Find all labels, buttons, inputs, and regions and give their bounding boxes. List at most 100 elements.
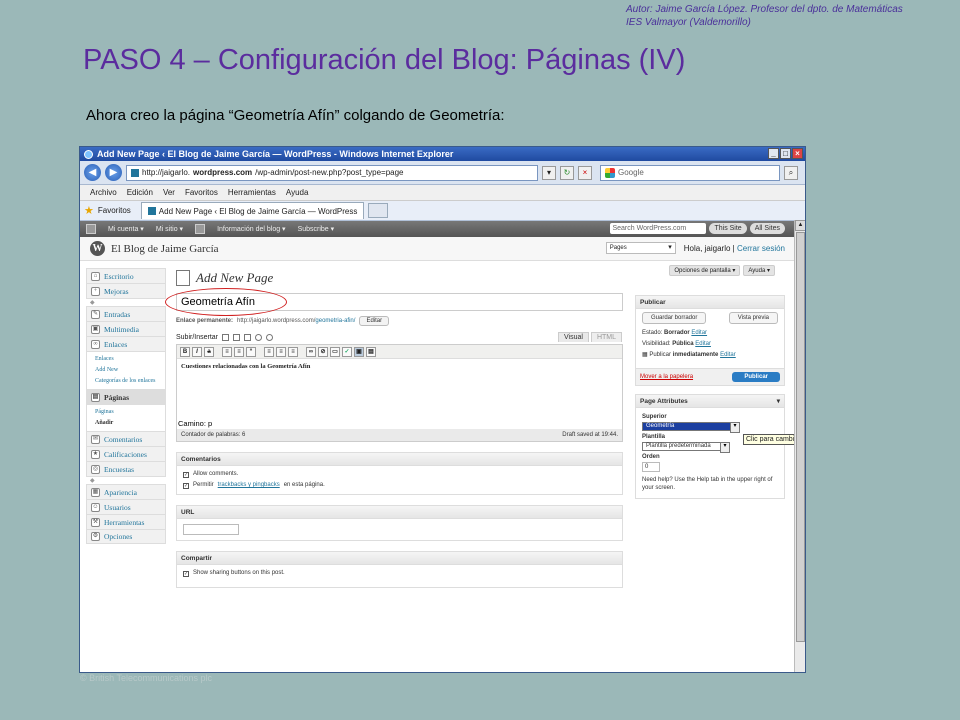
search-icon[interactable]: ⌕ (784, 165, 798, 180)
add-media-icon[interactable] (255, 334, 263, 341)
schedule-edit-link[interactable]: Editar (720, 352, 736, 358)
minimize-button[interactable]: _ (768, 148, 779, 159)
strikethrough-icon[interactable]: a (204, 346, 214, 357)
publish-button[interactable]: Publicar (732, 372, 780, 382)
unlink-icon[interactable]: ⊘ (318, 346, 328, 357)
align-center-icon[interactable]: ≡ (276, 346, 286, 357)
menu-usuarios[interactable]: ☺ Usuarios (86, 499, 166, 514)
logout-link[interactable]: Cerrar sesión (737, 244, 785, 253)
tab-visual[interactable]: Visual (557, 332, 589, 342)
permalink-slug[interactable]: geometria-afin/ (315, 318, 355, 324)
editor-content[interactable]: Cuestiones relacionadas con la Geometría… (177, 359, 622, 419)
tab-html[interactable]: HTML (590, 332, 622, 342)
menu-herramientas[interactable]: Herramientas (228, 188, 276, 197)
status-edit-link[interactable]: Editar (691, 330, 707, 336)
bold-icon[interactable]: B (180, 346, 190, 357)
submenu-anadir[interactable]: Añadir (95, 418, 165, 429)
trash-link[interactable]: Mover a la papelera (640, 374, 693, 380)
title-input[interactable]: Geometría Afín (165, 288, 623, 316)
wpbar-blog-info[interactable]: Información del blog ▾ (217, 225, 286, 233)
stop-icon[interactable]: × (578, 165, 592, 180)
trackbacks-checkbox[interactable]: ✓ (183, 482, 189, 489)
help-button[interactable]: Ayuda ▾ (743, 265, 775, 276)
pages-select[interactable]: Pages (605, 242, 676, 254)
menu-comentarios[interactable]: ✉ Comentarios (86, 431, 166, 446)
fullscreen-icon[interactable]: ▣ (354, 346, 364, 357)
menu-ayuda[interactable]: Ayuda (286, 188, 309, 197)
url-input[interactable] (183, 524, 239, 535)
maximize-button[interactable]: □ (780, 148, 791, 159)
wpbar-my-account[interactable]: Mi cuenta ▾ (108, 225, 144, 233)
numbered-list-icon[interactable]: ≡ (234, 346, 244, 357)
menu-ver[interactable]: Ver (163, 188, 175, 197)
page-scrollbar[interactable]: ▲ (794, 220, 805, 672)
save-draft-button[interactable]: Guardar borrador (642, 312, 707, 324)
trackbacks-link[interactable]: trackbacks y pingbacks (218, 480, 280, 491)
submenu-link-categories[interactable]: Categorías de los enlaces (95, 376, 165, 387)
dropdown-icon[interactable]: ▾ (542, 165, 556, 180)
align-right-icon[interactable]: ≡ (288, 346, 298, 357)
menu-entradas[interactable]: ✎ Entradas (86, 306, 166, 321)
wpbar-my-site[interactable]: Mi sitio ▾ (156, 225, 183, 233)
add-poll-icon[interactable] (266, 334, 274, 341)
edit-permalink-button[interactable]: Editar (359, 316, 390, 326)
menu-enlaces[interactable]: ∞ Enlaces (86, 336, 166, 351)
comments-box-title[interactable]: Comentarios (177, 453, 622, 466)
wpbar-subscribe[interactable]: Subscribe ▾ (298, 225, 335, 233)
visibility-edit-link[interactable]: Editar (695, 341, 711, 347)
menu-multimedia[interactable]: ▣ Multimedia (86, 321, 166, 336)
publish-box-title[interactable]: Publicar (636, 296, 784, 309)
parent-select[interactable]: Geometría (642, 422, 740, 433)
add-image-icon[interactable] (222, 334, 230, 341)
forward-icon[interactable]: ▶ (105, 164, 122, 181)
close-button[interactable]: × (792, 148, 803, 159)
link-icon[interactable]: ∞ (306, 346, 316, 357)
this-site-button[interactable]: This Site (709, 223, 747, 234)
back-icon[interactable]: ◀ (84, 164, 101, 181)
menu-encuestas[interactable]: ◎ Encuestas (86, 461, 166, 476)
italic-icon[interactable]: I (192, 346, 202, 357)
submenu-paginas[interactable]: Páginas (95, 407, 165, 418)
blockquote-icon[interactable]: “ (246, 346, 256, 357)
add-video-icon[interactable] (233, 334, 241, 341)
share-box-title[interactable]: Compartir (177, 552, 622, 565)
preview-button[interactable]: Vista previa (728, 312, 778, 324)
more-icon[interactable]: ▭ (330, 346, 340, 357)
menu-mejoras[interactable]: + Mejoras (86, 283, 166, 298)
order-input[interactable]: 0 (642, 462, 660, 472)
menu-herramientas[interactable]: ⚒ Herramientas (86, 514, 166, 529)
menu-calificaciones[interactable]: ★ Calificaciones (86, 446, 166, 461)
menu-archivo[interactable]: Archivo (90, 188, 117, 197)
menu-apariencia[interactable]: ▦ Apariencia (86, 484, 166, 499)
menu-edicion[interactable]: Edición (127, 188, 153, 197)
submenu-enlaces[interactable]: Enlaces (95, 354, 165, 365)
search-input[interactable]: Google (600, 164, 780, 181)
menu-favoritos[interactable]: Favoritos (185, 188, 218, 197)
collapse-icon[interactable]: ▾ (777, 395, 780, 407)
allow-comments-checkbox[interactable]: ✓ (183, 471, 189, 478)
page-attributes-header[interactable]: Page Attributes ▾ (636, 395, 784, 408)
wp-search-input[interactable]: Search WordPress.com (610, 223, 707, 234)
menu-paginas[interactable]: ▤ Páginas (86, 389, 166, 404)
template-select[interactable]: Plantilla predeterminada (642, 442, 730, 453)
all-sites-button[interactable]: All Sites (749, 223, 785, 234)
submenu-add-new-link[interactable]: Add New (95, 365, 165, 376)
blog-name[interactable]: El Blog de Jaime García (111, 243, 219, 255)
menu-escritorio[interactable]: ⌂ Escritorio (86, 268, 166, 283)
favorites-button[interactable]: Favoritos (98, 206, 131, 215)
align-left-icon[interactable]: ≡ (264, 346, 274, 357)
sharing-checkbox[interactable]: ✓ (183, 570, 189, 577)
new-tab-button[interactable] (368, 203, 389, 218)
url-box-title[interactable]: URL (177, 506, 622, 519)
screen-options-button[interactable]: Opciones de pantalla ▾ (669, 265, 741, 276)
address-input[interactable]: http://jaigarlo. wordpress.com/wp-admin/p… (126, 164, 538, 181)
browser-tab-active[interactable]: Add New Page ‹ El Blog de Jaime García —… (140, 202, 365, 219)
spellcheck-icon[interactable]: ✓ (342, 346, 352, 357)
menu-opciones[interactable]: ⚙ Opciones (86, 529, 166, 544)
add-audio-icon[interactable] (244, 334, 252, 341)
kitchen-sink-icon[interactable]: ▤ (366, 346, 376, 357)
refresh-icon[interactable]: ↻ (560, 165, 574, 180)
scroll-up-icon[interactable]: ▲ (795, 220, 805, 231)
scroll-thumb[interactable] (796, 232, 805, 642)
bullet-list-icon[interactable]: ≡ (222, 346, 232, 357)
